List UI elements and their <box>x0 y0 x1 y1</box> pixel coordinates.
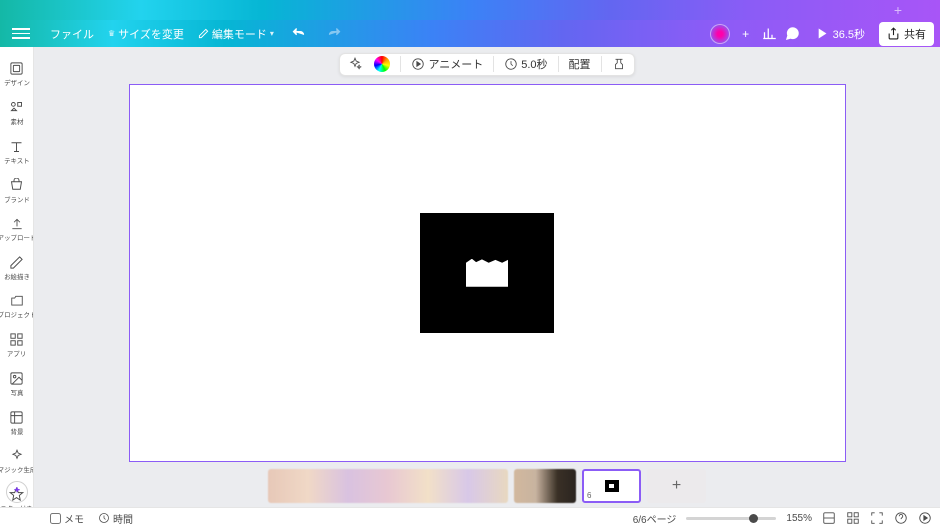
sidebar-item-draw[interactable]: お絵描き <box>0 251 33 290</box>
magic-button[interactable] <box>346 57 364 71</box>
sidebar-label: マジック生成 <box>0 465 34 474</box>
top-menu-bar: ファイル ♛サイズを変更 編集モード ▾ + 36.5秒 共有 <box>0 20 940 47</box>
present-button[interactable]: 36.5秒 <box>808 26 871 42</box>
sidebar-label: 背景 <box>10 427 23 436</box>
duration-label: 5.0秒 <box>521 56 547 72</box>
sidebar-item-bg[interactable]: 背景 <box>0 406 33 445</box>
sidebar-item-design[interactable]: デザイン <box>0 57 33 96</box>
pencil-icon <box>198 28 209 39</box>
sidebar-label: アプリ <box>7 349 26 358</box>
sidebar-item-upload[interactable]: アップロード <box>0 213 33 251</box>
timeline-label: 時間 <box>113 511 133 526</box>
notes-checkbox[interactable] <box>50 513 61 524</box>
timeline-toggle[interactable]: 時間 <box>98 511 133 526</box>
add-page-button[interactable]: + <box>647 469 706 503</box>
separator <box>601 56 602 72</box>
menu-file[interactable]: ファイル <box>50 26 94 42</box>
page-thumbnails: + <box>34 468 940 507</box>
play-icon <box>814 26 829 41</box>
undo-button[interactable] <box>288 23 310 45</box>
zoom-value[interactable]: 155% <box>786 513 812 524</box>
thumbnail-page-6[interactable] <box>582 469 641 503</box>
menu-edit-mode-label: 編集モード <box>212 26 267 42</box>
hamburger-menu[interactable] <box>12 28 30 39</box>
sidebar-label: テキスト <box>4 156 30 165</box>
fullscreen-icon[interactable] <box>870 511 884 525</box>
status-bar: メモ 時間 6/6ページ 155% <box>0 507 940 528</box>
position-button[interactable]: 配置 <box>567 56 593 72</box>
sidebar-label: お絵描き <box>4 272 30 281</box>
share-button[interactable]: 共有 <box>879 22 934 46</box>
color-picker[interactable] <box>372 56 392 72</box>
design-canvas[interactable] <box>129 84 846 462</box>
crown-icon: ♛ <box>108 29 115 38</box>
magic-fab[interactable] <box>6 481 28 503</box>
zoom-slider[interactable] <box>686 517 776 520</box>
sidebar-item-brand[interactable]: ブランド <box>0 174 33 213</box>
menu-resize[interactable]: ♛サイズを変更 <box>108 26 184 42</box>
animate-button[interactable]: アニメート <box>409 56 485 72</box>
help-icon[interactable] <box>894 511 908 525</box>
sidebar-item-project[interactable]: プロジェクト <box>0 290 33 328</box>
sidebar-label: ブランド <box>4 195 30 204</box>
present-icon[interactable] <box>918 511 932 525</box>
sidebar-label: デザイン <box>4 78 30 87</box>
sidebar-item-magic-gen[interactable]: マジック生成 <box>0 445 33 483</box>
sidebar-label: プロジェクト <box>0 310 34 319</box>
present-duration: 36.5秒 <box>833 26 865 42</box>
style-filter-button[interactable] <box>610 57 628 71</box>
analytics-icon[interactable] <box>762 26 777 41</box>
duration-button[interactable]: 5.0秒 <box>502 56 549 72</box>
animate-label: アニメート <box>428 56 483 72</box>
view-grid-icon[interactable] <box>822 511 836 525</box>
sidebar-item-photo[interactable]: 写真 <box>0 367 33 406</box>
grid-view-icon[interactable] <box>846 511 860 525</box>
position-label: 配置 <box>569 56 591 72</box>
menu-edit-mode[interactable]: 編集モード ▾ <box>198 26 274 42</box>
sidebar-label: スター付き <box>0 504 32 507</box>
context-toolbar: アニメート 5.0秒 配置 <box>339 53 634 76</box>
separator <box>558 56 559 72</box>
sidebar-item-elements[interactable]: 素材 <box>0 96 33 135</box>
redo-button[interactable] <box>324 23 346 45</box>
notes-label: メモ <box>64 511 84 526</box>
notes-toggle[interactable]: メモ <box>50 511 84 526</box>
menu-file-label: ファイル <box>50 26 94 42</box>
menu-resize-label: サイズを変更 <box>118 26 184 42</box>
page-indicator[interactable]: 6/6ページ <box>633 511 677 526</box>
chevron-down-icon: ▾ <box>270 29 274 38</box>
thumbnail-blurred[interactable] <box>514 469 576 503</box>
add-member-button[interactable]: + <box>738 26 754 42</box>
left-sidebar: デザイン 素材 テキスト ブランド アップロード お絵描き プロジェクト アプリ… <box>0 47 34 507</box>
separator <box>400 56 401 72</box>
share-label: 共有 <box>904 26 926 42</box>
canvas-element-white-shape <box>466 259 508 287</box>
canvas-element-black-square[interactable] <box>420 213 554 333</box>
comment-icon[interactable] <box>785 26 800 41</box>
window-title-bar <box>0 0 940 20</box>
sidebar-label: アップロード <box>0 233 34 242</box>
sidebar-item-apps[interactable]: アプリ <box>0 328 33 367</box>
sidebar-label: 素材 <box>10 117 23 126</box>
share-icon <box>887 27 900 40</box>
sidebar-item-text[interactable]: テキスト <box>0 135 33 174</box>
color-wheel-icon <box>374 56 390 72</box>
user-avatar[interactable] <box>710 24 730 44</box>
sidebar-label: 写真 <box>10 388 23 397</box>
separator <box>493 56 494 72</box>
thumbnail-strip-blurred[interactable] <box>268 469 508 503</box>
